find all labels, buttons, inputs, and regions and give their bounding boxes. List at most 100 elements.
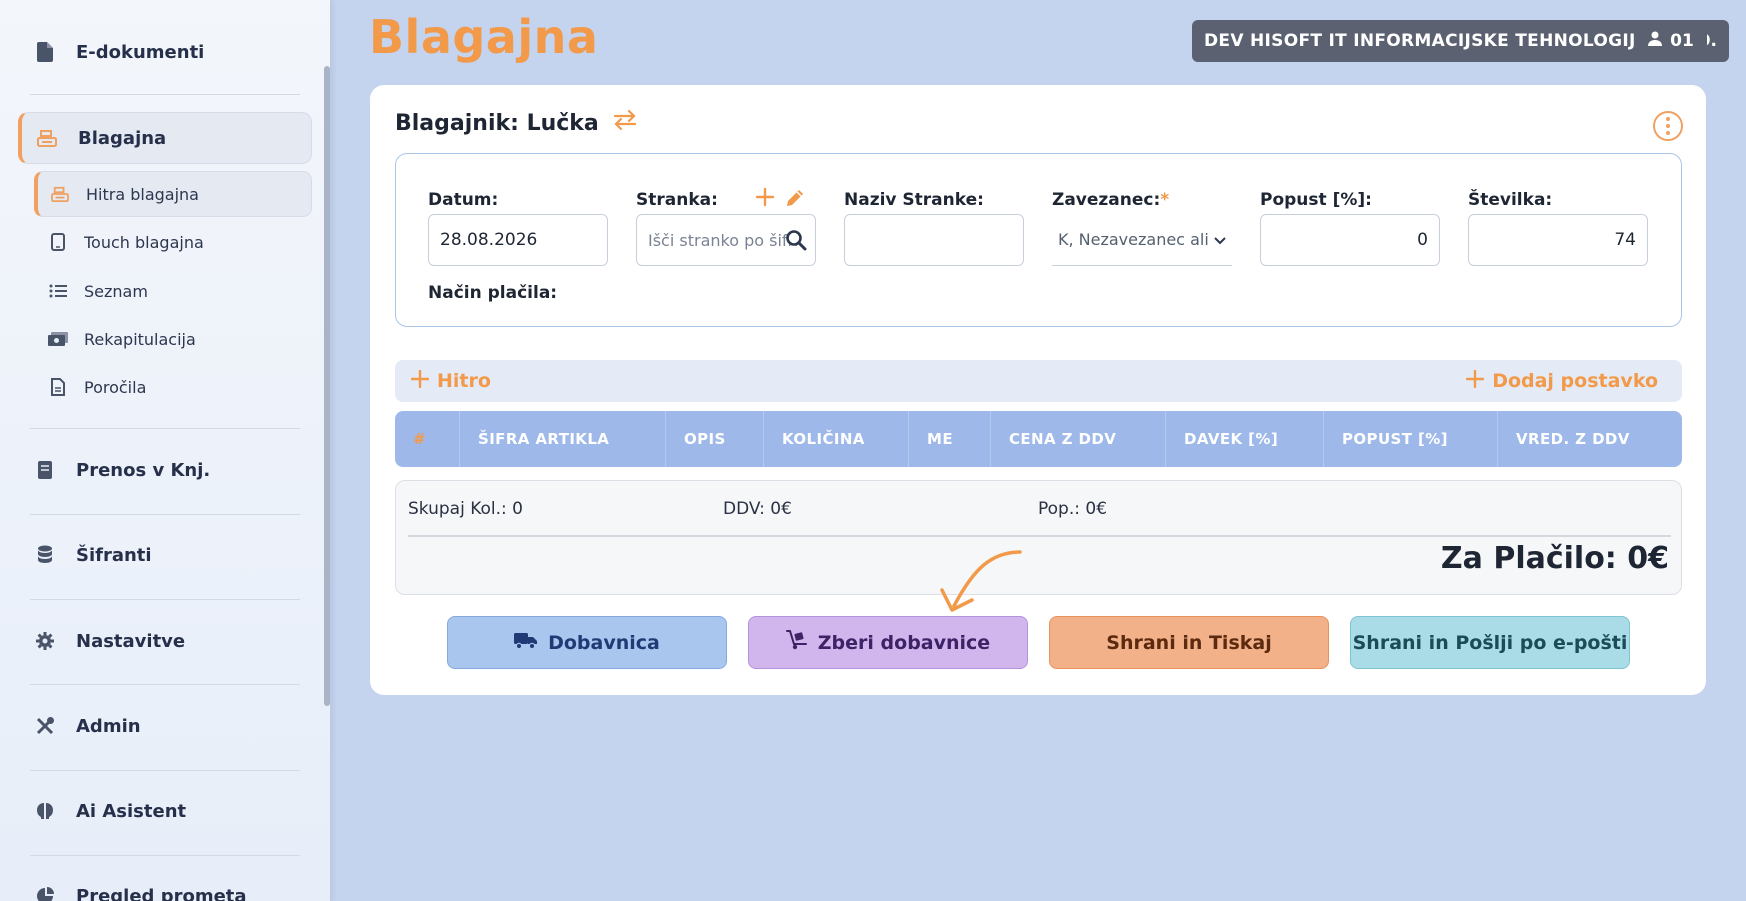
sidebar-item-label: Pregled prometa xyxy=(76,885,247,901)
sidebar-item-ai-asistent[interactable]: Ai Asistent xyxy=(18,785,312,837)
column-header-code[interactable]: ŠIFRA ARTIKLA xyxy=(460,411,666,467)
column-header-index[interactable]: # xyxy=(395,411,460,467)
taxpayer-label-text: Zavezanec: xyxy=(1052,190,1161,210)
add-client-icon[interactable] xyxy=(755,187,775,211)
sidebar: E-dokumenti Blagajna Hitra blagajna Touc… xyxy=(0,0,330,901)
sidebar-item-label: Prenos v Knj. xyxy=(76,459,211,481)
swap-icon[interactable] xyxy=(613,109,637,136)
document-icon xyxy=(34,41,56,63)
collect-delivery-notes-button[interactable]: Zberi dobavnice xyxy=(748,616,1028,669)
quick-add-button[interactable]: Hitro xyxy=(410,360,491,402)
divider xyxy=(30,94,300,95)
required-marker: * xyxy=(1160,190,1170,210)
dolly-icon xyxy=(785,630,808,655)
divider xyxy=(30,599,300,600)
column-header-total[interactable]: VRED. Z DDV xyxy=(1498,411,1682,467)
sidebar-item-e-dokumenti[interactable]: E-dokumenti xyxy=(18,26,312,78)
collect-delivery-notes-label: Zberi dobavnice xyxy=(817,631,991,654)
divider xyxy=(30,684,300,685)
client-name-input[interactable] xyxy=(844,214,1024,266)
more-options-button[interactable] xyxy=(1653,111,1683,141)
money-icon xyxy=(48,329,68,349)
sidebar-subitem-hitra-blagajna[interactable]: Hitra blagajna xyxy=(34,171,312,217)
chevron-down-icon xyxy=(1214,230,1226,249)
sidebar-subitem-label: Poročila xyxy=(84,377,147,397)
sidebar-subitem-porocila[interactable]: Poročila xyxy=(34,364,312,410)
column-header-price[interactable]: CENA Z DDV xyxy=(991,411,1166,467)
database-icon xyxy=(34,544,56,566)
main-card: Blagajnik: Lučka Datum: 28.08.2026 Stran… xyxy=(370,85,1706,695)
divider xyxy=(30,855,300,856)
sidebar-subitem-seznam[interactable]: Seznam xyxy=(34,268,312,314)
truck-icon xyxy=(514,631,538,654)
column-header-unit[interactable]: ME xyxy=(909,411,991,467)
sidebar-item-label: Nastavitve xyxy=(76,630,186,652)
number-input[interactable]: 74 xyxy=(1468,214,1648,266)
user-menu-button[interactable]: 01 xyxy=(1635,20,1707,62)
cashier-row: Blagajnik: Lučka xyxy=(395,109,637,136)
cash-register-icon xyxy=(50,184,70,204)
taxpayer-label: Zavezanec:* xyxy=(1052,190,1169,210)
plus-icon xyxy=(410,369,430,393)
divider xyxy=(408,535,1671,537)
kebab-dot xyxy=(1666,124,1670,128)
add-item-button[interactable]: Dodaj postavko xyxy=(1465,360,1658,402)
items-table-header: # ŠIFRA ARTIKLA OPIS KOLIČINA ME CENA Z … xyxy=(395,411,1682,467)
sidebar-item-label: Admin xyxy=(76,715,141,737)
cashier-label: Blagajnik: Lučka xyxy=(395,110,599,136)
discount-label: Popust [%]: xyxy=(1260,190,1372,210)
sidebar-item-pregled-prometa[interactable]: Pregled prometa xyxy=(18,870,312,901)
quick-add-label: Hitro xyxy=(437,370,491,392)
payment-method-label: Način plačila: xyxy=(428,283,558,303)
sidebar-item-nastavitve[interactable]: Nastavitve xyxy=(18,615,312,667)
annotation-arrow xyxy=(940,550,1022,612)
number-label: Številka: xyxy=(1468,190,1553,210)
discount-input[interactable]: 0 xyxy=(1260,214,1440,266)
save-email-button[interactable]: Shrani in Pošlji po e-pošti xyxy=(1350,616,1630,669)
sidebar-scrollbar[interactable] xyxy=(324,66,330,706)
sidebar-item-label: E-dokumenti xyxy=(76,41,205,63)
save-email-label: Shrani in Pošlji po e-pošti xyxy=(1352,631,1628,654)
column-header-discount[interactable]: POPUST [%] xyxy=(1324,411,1498,467)
brain-icon xyxy=(34,800,56,822)
delivery-note-button[interactable]: Dobavnica xyxy=(447,616,727,669)
date-label: Datum: xyxy=(428,190,499,210)
divider xyxy=(30,428,300,429)
edit-client-icon[interactable] xyxy=(784,187,806,213)
column-header-tax[interactable]: DAVEK [%] xyxy=(1166,411,1324,467)
delivery-note-label: Dobavnica xyxy=(548,631,660,654)
sidebar-item-admin[interactable]: Admin xyxy=(18,700,312,752)
sidebar-subitem-touch-blagajna[interactable]: Touch blagajna xyxy=(34,219,312,265)
kebab-dot xyxy=(1666,117,1670,121)
client-label: Stranka: xyxy=(636,190,718,210)
search-icon[interactable] xyxy=(785,229,807,255)
taxpayer-select[interactable]: K, Nezavezanec ali xyxy=(1052,214,1232,266)
user-icon xyxy=(1648,31,1663,51)
amount-to-pay: Za Plačilo: 0€ xyxy=(1440,541,1669,576)
plus-icon xyxy=(1465,369,1485,393)
sidebar-subitem-label: Touch blagajna xyxy=(84,232,204,252)
date-input[interactable]: 28.08.2026 xyxy=(428,214,608,266)
add-item-label: Dodaj postavko xyxy=(1492,370,1658,392)
book-icon xyxy=(34,459,56,481)
column-header-description[interactable]: OPIS xyxy=(666,411,764,467)
sidebar-item-blagajna[interactable]: Blagajna xyxy=(18,112,312,164)
sidebar-subitem-label: Rekapitulacija xyxy=(84,329,196,349)
sidebar-item-prenos[interactable]: Prenos v Knj. xyxy=(18,444,312,496)
chart-pie-icon xyxy=(34,885,56,901)
total-quantity: Skupaj Kol.: 0 xyxy=(408,499,523,519)
sidebar-item-label: Blagajna xyxy=(78,127,167,149)
invoice-form: Datum: 28.08.2026 Stranka: Išči stranko … xyxy=(395,153,1682,327)
sidebar-subitem-label: Hitra blagajna xyxy=(86,184,199,204)
client-name-label: Naziv Stranke: xyxy=(844,190,984,210)
column-header-quantity[interactable]: KOLIČINA xyxy=(764,411,909,467)
user-label: 01 xyxy=(1670,31,1694,51)
report-icon xyxy=(48,377,68,397)
sidebar-subitem-rekapitulacija[interactable]: Rekapitulacija xyxy=(34,316,312,362)
divider xyxy=(30,514,300,515)
save-print-button[interactable]: Shrani in Tiskaj xyxy=(1049,616,1329,669)
tablet-icon xyxy=(48,232,68,252)
sidebar-item-sifranti[interactable]: Šifranti xyxy=(18,529,312,581)
total-discount: Pop.: 0€ xyxy=(1038,499,1108,519)
save-print-label: Shrani in Tiskaj xyxy=(1106,631,1272,654)
